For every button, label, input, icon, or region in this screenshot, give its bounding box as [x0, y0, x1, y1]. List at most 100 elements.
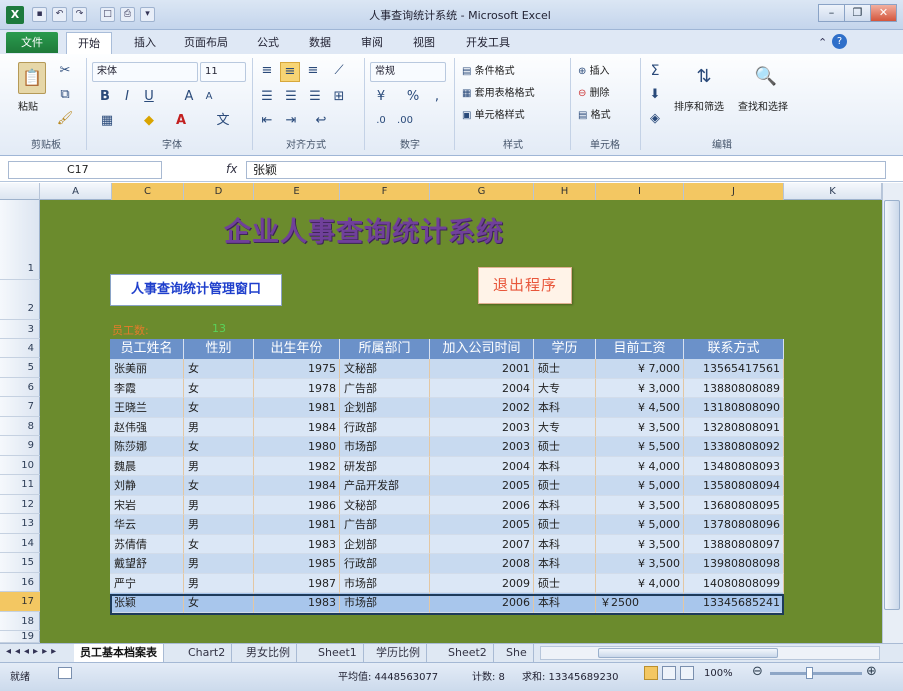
underline-icon[interactable]: U: [142, 88, 156, 106]
align-top-icon[interactable]: ≡: [258, 62, 276, 80]
phonetic-icon[interactable]: 文: [214, 112, 232, 130]
find-select-button[interactable]: 查找和选择: [738, 98, 788, 113]
undo-icon[interactable]: ↶: [52, 7, 67, 22]
tab-formulas[interactable]: 公式: [248, 34, 288, 52]
table-cell[interactable]: 男: [184, 495, 254, 515]
column-header[interactable]: C: [112, 183, 184, 200]
table-row[interactable]: 宋岩男 1986 文秘部 2006 本科 ¥ 3,500 13680808095: [110, 495, 784, 515]
table-cell[interactable]: 本科: [534, 495, 596, 515]
table-row[interactable]: 张美丽女 1975 文秘部 2001 硕士 ¥ 7,000 13565417561: [110, 359, 784, 379]
row-header[interactable]: 9: [0, 436, 40, 456]
row-header[interactable]: 7: [0, 397, 40, 417]
zoom-slider[interactable]: [770, 672, 862, 675]
column-header[interactable]: J: [684, 183, 784, 200]
table-cell[interactable]: 2001: [430, 359, 534, 379]
tab-review[interactable]: 审阅: [352, 34, 392, 52]
table-cell[interactable]: 1981: [254, 398, 340, 418]
table-cell[interactable]: ¥ 4,000: [596, 573, 684, 593]
table-cell[interactable]: 王晓兰: [110, 398, 184, 418]
exit-program-button[interactable]: 退出程序: [478, 267, 572, 304]
table-cell[interactable]: 张颖: [110, 593, 184, 613]
table-cell[interactable]: 硕士: [534, 515, 596, 535]
table-cell[interactable]: 2004: [430, 456, 534, 476]
currency-icon[interactable]: ¥: [372, 88, 390, 106]
table-cell[interactable]: 1984: [254, 476, 340, 496]
row-header[interactable]: 11: [0, 475, 40, 495]
number-format-select[interactable]: 常规: [370, 62, 446, 82]
table-cell[interactable]: ¥ 4,000: [596, 456, 684, 476]
table-cell[interactable]: 宋岩: [110, 495, 184, 515]
table-cell[interactable]: 广告部: [340, 515, 430, 535]
table-cell[interactable]: 14080808099: [684, 573, 784, 593]
increase-indent-icon[interactable]: ⇥: [282, 112, 300, 130]
sort-filter-button[interactable]: 排序和筛选: [674, 98, 724, 113]
borders-icon[interactable]: ▦: [98, 112, 116, 130]
table-cell[interactable]: 13180808090: [684, 398, 784, 418]
table-cell[interactable]: ¥ 3,500: [596, 495, 684, 515]
format-as-table-button[interactable]: ▦ 套用表格格式: [462, 84, 535, 99]
table-cell[interactable]: ¥ 3,000: [596, 378, 684, 398]
table-cell[interactable]: 男: [184, 554, 254, 574]
font-size-select[interactable]: 11: [200, 62, 246, 82]
row-header[interactable]: 1: [0, 200, 40, 280]
table-cell[interactable]: 苏倩倩: [110, 534, 184, 554]
sort-filter-icon[interactable]: ⇅: [690, 62, 718, 92]
decrease-font-icon[interactable]: A: [202, 88, 216, 106]
table-cell[interactable]: 硕士: [534, 476, 596, 496]
table-row[interactable]: 华云男 1981 广告部 2005 硕士 ¥ 5,000 13780808096: [110, 515, 784, 535]
table-cell[interactable]: 陈莎娜: [110, 437, 184, 457]
table-cell[interactable]: 本科: [534, 534, 596, 554]
table-cell[interactable]: 13580808094: [684, 476, 784, 496]
row-header[interactable]: 2: [0, 280, 40, 320]
table-cell[interactable]: 本科: [534, 398, 596, 418]
table-cell[interactable]: 市场部: [340, 573, 430, 593]
table-header-cell[interactable]: 出生年份: [254, 339, 340, 359]
row-header[interactable]: 14: [0, 534, 40, 553]
table-cell[interactable]: 市场部: [340, 593, 430, 613]
page-break-view-icon[interactable]: [680, 666, 694, 680]
table-cell[interactable]: ¥ 5,500: [596, 437, 684, 457]
fill-icon[interactable]: ⬇: [646, 86, 664, 104]
table-cell[interactable]: 1981: [254, 515, 340, 535]
increase-font-icon[interactable]: A: [182, 88, 196, 106]
customize-toolbar-icon[interactable]: ▾: [140, 7, 155, 22]
table-row[interactable]: 李霞女 1978 广告部 2004 大专 ¥ 3,000 13880808089: [110, 378, 784, 398]
bold-icon[interactable]: B: [98, 88, 112, 106]
table-cell[interactable]: ¥ 4,500: [596, 398, 684, 418]
minimize-button[interactable]: –: [818, 4, 845, 22]
table-cell[interactable]: 研发部: [340, 456, 430, 476]
table-cell[interactable]: ¥ 3,500: [596, 534, 684, 554]
table-cell[interactable]: 女: [184, 437, 254, 457]
copy-icon[interactable]: ⧉: [56, 86, 74, 104]
table-cell[interactable]: 华云: [110, 515, 184, 535]
table-cell[interactable]: 2007: [430, 534, 534, 554]
table-row[interactable]: 刘静女 1984 产品开发部 2005 硕士 ¥ 5,000 13580808094: [110, 476, 784, 496]
table-cell[interactable]: 女: [184, 534, 254, 554]
sheet-tab-gender-ratio[interactable]: 男女比例: [240, 644, 297, 662]
redo-icon[interactable]: ↷: [72, 7, 87, 22]
macro-record-icon[interactable]: [58, 667, 72, 679]
table-cell[interactable]: 2004: [430, 378, 534, 398]
table-cell[interactable]: 1983: [254, 534, 340, 554]
table-header-cell[interactable]: 员工姓名: [110, 339, 184, 359]
name-box[interactable]: C17: [8, 161, 162, 179]
align-center-icon[interactable]: ☰: [282, 88, 300, 106]
horizontal-scroll-thumb[interactable]: [598, 648, 778, 658]
file-tab[interactable]: 文件: [6, 32, 58, 53]
table-header-cell[interactable]: 学历: [534, 339, 596, 359]
wrap-text-icon[interactable]: ↩: [312, 112, 330, 130]
table-cell[interactable]: 13680808095: [684, 495, 784, 515]
row-header[interactable]: 16: [0, 573, 40, 592]
row-header[interactable]: 12: [0, 495, 40, 514]
table-cell[interactable]: 行政部: [340, 554, 430, 574]
table-cell[interactable]: ¥ 5,000: [596, 476, 684, 496]
paste-icon[interactable]: 📋: [18, 62, 46, 94]
table-cell[interactable]: 1980: [254, 437, 340, 457]
table-header-cell[interactable]: 所属部门: [340, 339, 430, 359]
table-cell[interactable]: 企划部: [340, 398, 430, 418]
new-file-icon[interactable]: □: [100, 7, 115, 22]
table-cell[interactable]: 13880808097: [684, 534, 784, 554]
table-cell[interactable]: 戴望舒: [110, 554, 184, 574]
table-cell[interactable]: 1975: [254, 359, 340, 379]
table-cell[interactable]: 13480808093: [684, 456, 784, 476]
